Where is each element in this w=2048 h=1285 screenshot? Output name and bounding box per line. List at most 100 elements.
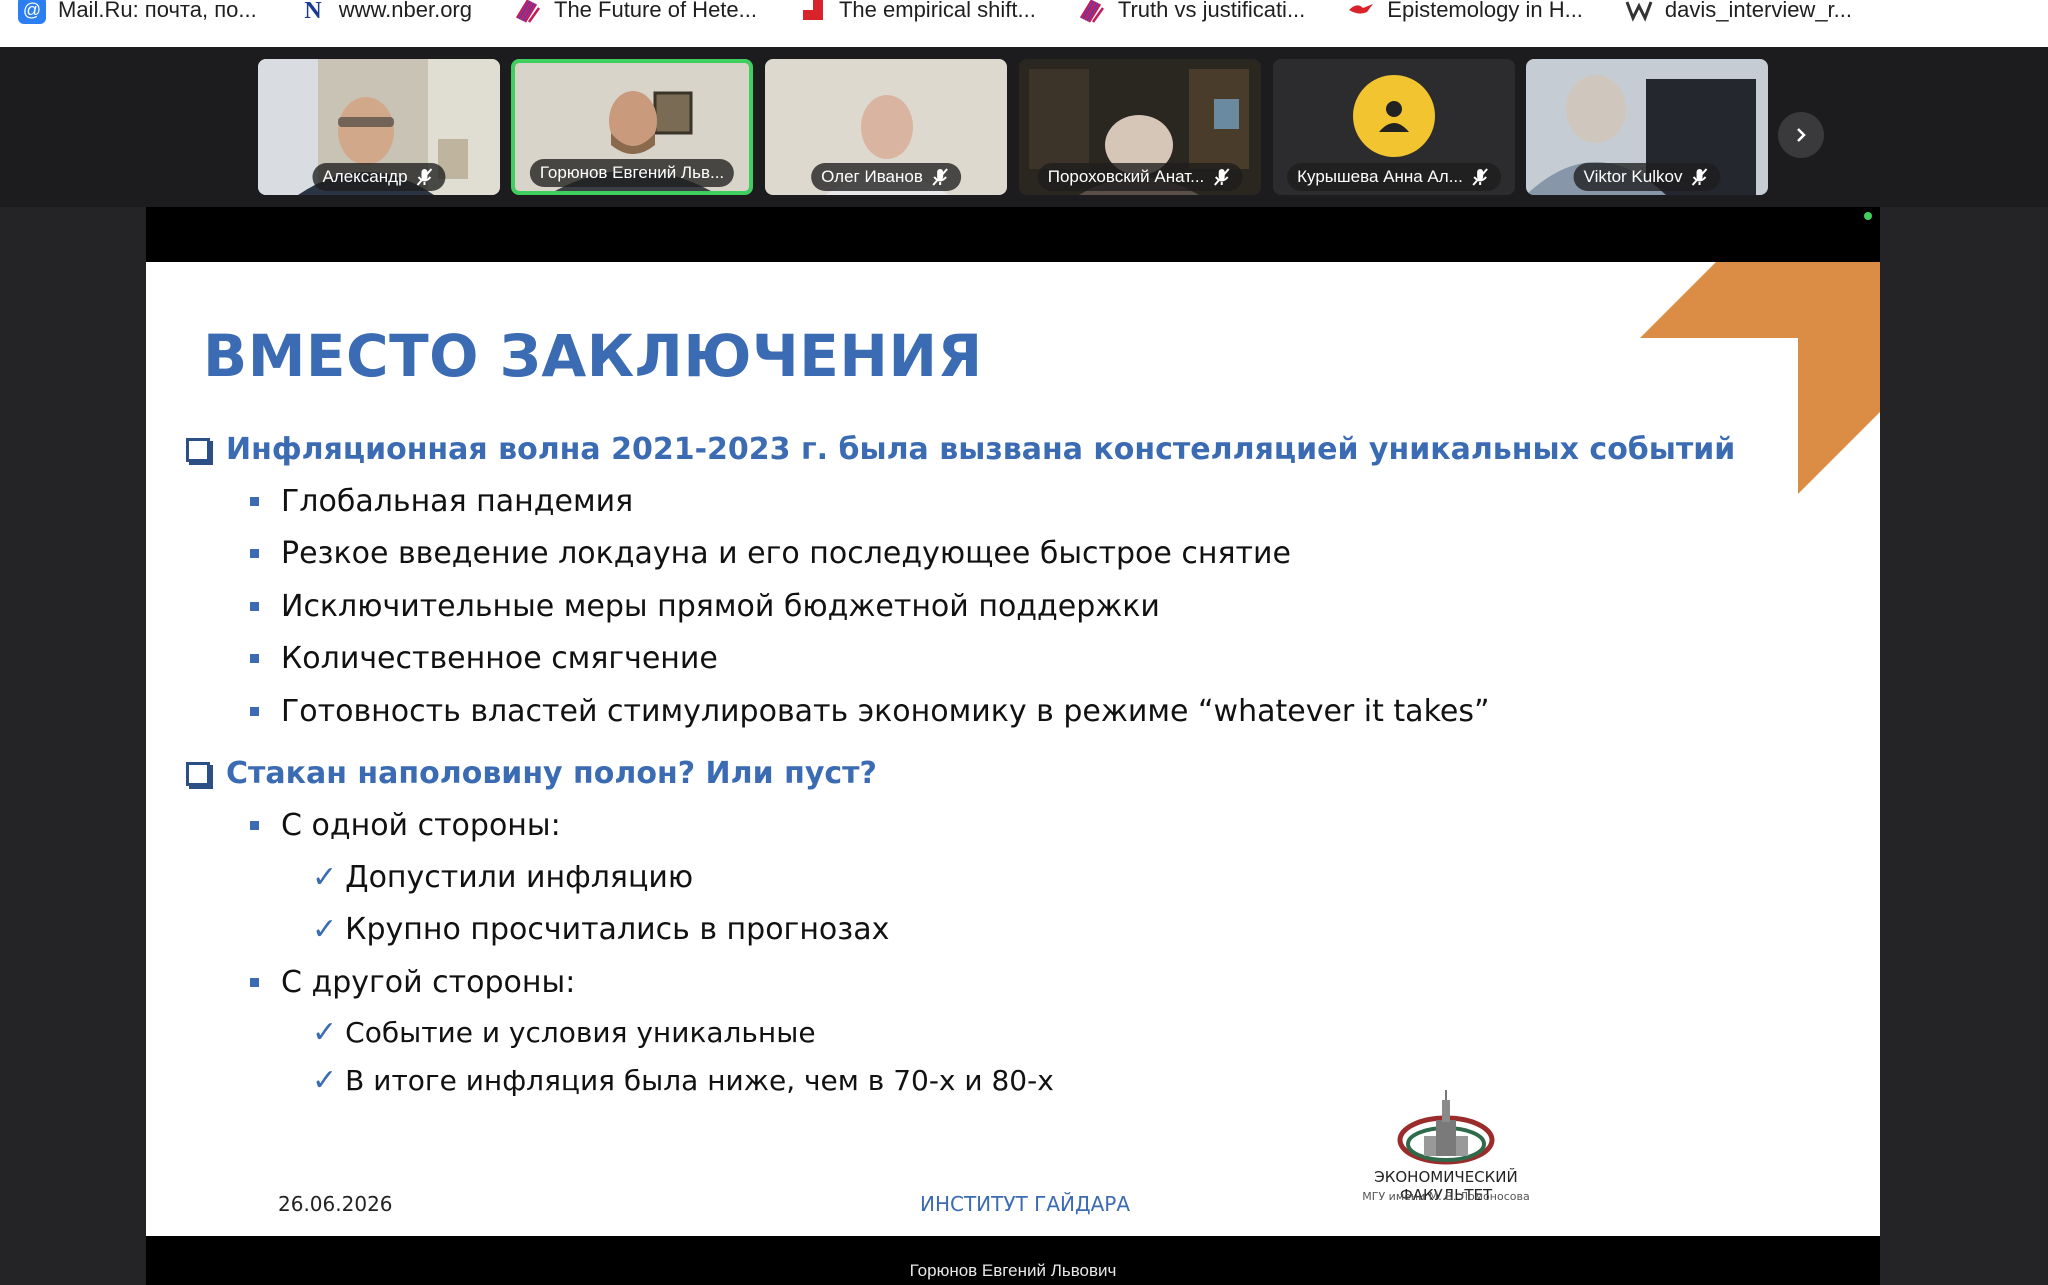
section-heading-text: Инфляционная волна 2021-2023 г. была выз… xyxy=(226,432,1736,467)
mic-muted-icon xyxy=(1691,168,1708,186)
participant-name: Курышева Анна Ал... xyxy=(1297,167,1463,186)
bookmarks-bar: @ Mail.Ru: почта, по... N www.nber.org T… xyxy=(0,0,2048,47)
bullet-text: С одной стороны: xyxy=(281,808,561,843)
bullet-item: Глобальная пандемия xyxy=(250,484,633,519)
participant-tile[interactable]: Олег Иванов xyxy=(765,59,1007,195)
bullet-item: С одной стороны: xyxy=(250,808,561,843)
svg-text:@: @ xyxy=(23,0,41,20)
nber-icon: N xyxy=(299,0,327,24)
participant-name: Пороховский Анат... xyxy=(1047,167,1205,186)
bullet-text: Исключительные меры прямой бюджетной под… xyxy=(281,589,1160,624)
checkbox-bullet-icon xyxy=(186,437,210,462)
section-heading: Инфляционная волна 2021-2023 г. была выз… xyxy=(186,432,1735,467)
bookmark-epistemology[interactable]: Epistemology in H... xyxy=(1347,0,1583,22)
square-bullet-icon xyxy=(250,707,259,716)
square-bullet-icon xyxy=(250,978,259,987)
svg-text:N: N xyxy=(304,0,322,24)
stripes-icon xyxy=(1078,0,1106,24)
person-icon xyxy=(1379,101,1409,132)
logo-subtitle: МГУ имени М. В. Ломоносова xyxy=(1362,1190,1530,1203)
bullet-text: Резкое введение локдауна и его последующ… xyxy=(281,536,1291,571)
bullet-text: С другой стороны: xyxy=(281,965,576,1000)
mic-muted-icon xyxy=(1213,168,1230,186)
participant-name-badge: Александр xyxy=(312,163,446,191)
bullet-text: Готовность властей стимулировать экономи… xyxy=(281,694,1490,729)
check-text: Допустили инфляцию xyxy=(345,860,694,895)
bookmark-label: Truth vs justificati... xyxy=(1117,0,1306,22)
speaker-name-label: Горюнов Евгений Львович xyxy=(909,1261,1117,1280)
participant-tile-active-speaker[interactable]: Горюнов Евгений Льв... xyxy=(511,59,753,195)
bookmark-mailru[interactable]: @ Mail.Ru: почта, по... xyxy=(18,0,257,24)
slide-institute: ИНСТИТУТ ГАЙДАРА xyxy=(920,1192,1131,1216)
participant-name-badge: Пороховский Анат... xyxy=(1037,163,1243,191)
bookmark-label: The Future of Hete... xyxy=(554,0,757,22)
avatar xyxy=(1353,75,1435,157)
square-bullet-icon xyxy=(250,602,259,611)
stripes-icon xyxy=(514,0,542,24)
check-text: Событие и условия уникальные xyxy=(345,1016,816,1049)
bullet-item: Резкое введение локдауна и его последующ… xyxy=(250,536,1291,571)
bullet-text: Глобальная пандемия xyxy=(281,484,634,519)
square-bullet-icon xyxy=(250,821,259,830)
bookmark-label: Mail.Ru: почта, по... xyxy=(58,0,257,22)
checkbox-bullet-icon xyxy=(186,761,210,786)
bullet-item: Исключительные меры прямой бюджетной под… xyxy=(250,589,1160,624)
red-square-icon xyxy=(799,0,827,24)
mailru-icon: @ xyxy=(18,0,46,24)
next-page-button[interactable] xyxy=(1778,112,1824,158)
participant-name-badge: Горюнов Евгений Льв... xyxy=(529,159,735,187)
participant-name: Александр xyxy=(322,167,408,186)
chevron-right-icon xyxy=(1797,128,1806,142)
participant-strip: Александр Горюнов Евгений Льв... Олег Ив… xyxy=(0,47,2048,207)
section-heading-text: Стакан наполовину полон? Или пуст? xyxy=(226,756,877,791)
bookmark-label: www.nber.org xyxy=(338,0,472,22)
check-text: Крупно просчитались в прогнозах xyxy=(345,912,890,947)
shared-screen[interactable]: ВМЕСТО ЗАКЛЮЧЕНИЯ Инфляционная волна 202… xyxy=(146,207,1880,1285)
participant-name: Viktor Kulkov xyxy=(1583,167,1683,186)
participant-name: Олег Иванов xyxy=(821,167,923,186)
bullet-text: Количественное смягчение xyxy=(281,641,718,676)
university-logo xyxy=(1397,1090,1495,1165)
slide-title: ВМЕСТО ЗАКЛЮЧЕНИЯ xyxy=(203,322,983,390)
bird-icon xyxy=(1347,0,1375,24)
check-item: ✓ В итоге инфляция была ниже, чем в 70-х … xyxy=(312,1063,1054,1098)
participant-tile[interactable]: Viktor Kulkov xyxy=(1526,59,1768,195)
bookmark-label: Epistemology in H... xyxy=(1387,0,1583,22)
participant-name-badge: Курышева Анна Ал... xyxy=(1287,163,1501,191)
bullet-item: Готовность властей стимулировать экономи… xyxy=(250,694,1490,729)
bookmark-label: The empirical shift... xyxy=(838,0,1036,22)
bookmark-empirical-shift[interactable]: The empirical shift... xyxy=(799,0,1036,22)
participant-tile[interactable]: Пороховский Анат... xyxy=(1019,59,1261,195)
recording-indicator xyxy=(1864,212,1872,220)
mic-muted-icon xyxy=(1472,168,1488,186)
participant-name: Горюнов Евгений Льв... xyxy=(539,163,725,182)
check-item: ✓ Событие и условия уникальные xyxy=(312,1015,816,1050)
check-item: ✓ Крупно просчитались в прогнозах xyxy=(312,912,889,947)
checkmark-icon: ✓ xyxy=(312,1063,338,1098)
bookmark-davis-interview[interactable]: davis_interview_r... xyxy=(1625,0,1852,22)
check-text: В итоге инфляция была ниже, чем в 70-х и… xyxy=(345,1064,1054,1097)
bookmark-truth-justification[interactable]: Truth vs justificati... xyxy=(1078,0,1306,24)
check-item: ✓ Допустили инфляцию xyxy=(312,860,693,895)
checkmark-icon: ✓ xyxy=(312,912,338,947)
square-bullet-icon xyxy=(250,497,259,506)
participant-tile-no-video[interactable]: Курышева Анна Ал... xyxy=(1273,59,1515,195)
checkmark-icon: ✓ xyxy=(312,1015,338,1050)
participant-tile[interactable]: Александр xyxy=(258,59,500,195)
square-bullet-icon xyxy=(250,549,259,558)
bookmark-future-heterodox[interactable]: The Future of Hete... xyxy=(514,0,757,24)
bookmark-nber[interactable]: N www.nber.org xyxy=(299,0,472,24)
participant-name-badge: Олег Иванов xyxy=(811,163,961,191)
slide-date: 26.06.2026 xyxy=(278,1192,393,1216)
section-heading: Стакан наполовину полон? Или пуст? xyxy=(186,756,877,791)
bullet-item: С другой стороны: xyxy=(250,965,575,1000)
bullet-item: Количественное смягчение xyxy=(250,641,718,676)
screen-share-area: ВМЕСТО ЗАКЛЮЧЕНИЯ Инфляционная волна 202… xyxy=(0,207,2048,1285)
mic-muted-icon xyxy=(416,168,433,186)
checkmark-icon: ✓ xyxy=(312,860,338,895)
participant-name-badge: Viktor Kulkov xyxy=(1573,163,1721,191)
mic-muted-icon xyxy=(932,168,948,186)
square-bullet-icon xyxy=(250,654,259,663)
presentation-slide: ВМЕСТО ЗАКЛЮЧЕНИЯ Инфляционная волна 202… xyxy=(146,262,1880,1236)
w-icon xyxy=(1625,0,1653,24)
